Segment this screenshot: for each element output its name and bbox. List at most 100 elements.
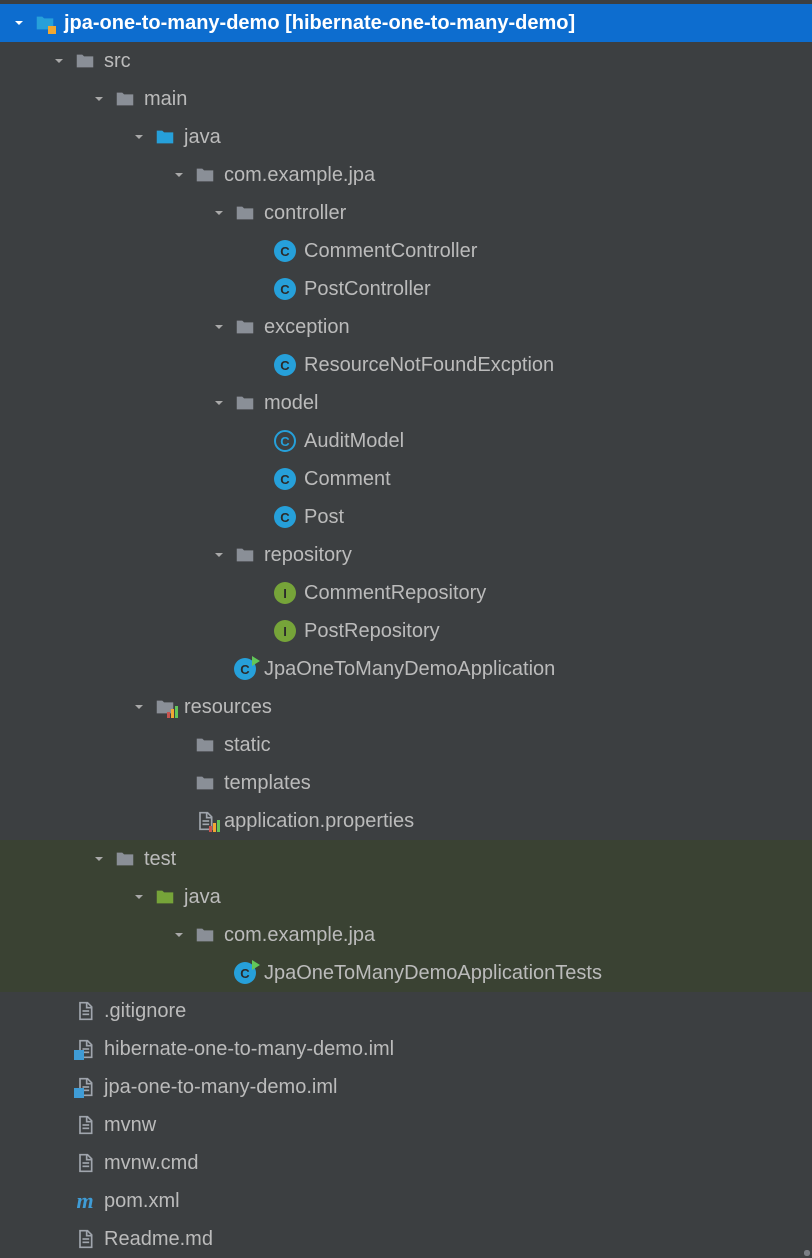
node-label: resources <box>184 696 272 719</box>
node-label: controller <box>264 202 346 225</box>
tree-node-static[interactable]: static <box>0 726 812 764</box>
tree-node-mvnw[interactable]: mvnw <box>0 1106 812 1144</box>
node-label: main <box>144 88 187 111</box>
node-label: hibernate-one-to-many-demo.iml <box>104 1038 394 1061</box>
node-label: test <box>144 848 176 871</box>
iml-file-icon <box>74 1038 96 1060</box>
folder-icon <box>194 772 216 794</box>
expand-arrow-icon[interactable] <box>90 850 108 868</box>
abstract-class-icon: C <box>274 430 296 452</box>
node-label: JpaOneToManyDemoApplicationTests <box>264 962 602 985</box>
expand-arrow-icon[interactable] <box>210 546 228 564</box>
expand-arrow-icon[interactable] <box>130 128 148 146</box>
expand-arrow-icon[interactable] <box>130 888 148 906</box>
file-icon <box>74 1152 96 1174</box>
tree-node-pom[interactable]: m pom.xml <box>0 1182 812 1220</box>
node-label: PostRepository <box>304 620 440 643</box>
tree-node-class[interactable]: C CommentController <box>0 232 812 270</box>
expand-arrow-icon[interactable] <box>90 90 108 108</box>
folder-icon <box>194 734 216 756</box>
tree-node-gitignore[interactable]: .gitignore <box>0 992 812 1030</box>
iml-file-icon <box>74 1076 96 1098</box>
package-icon <box>234 392 256 414</box>
tree-node-test-class[interactable]: C JpaOneToManyDemoApplicationTests <box>0 954 812 992</box>
node-label: exception <box>264 316 350 339</box>
expand-arrow-icon[interactable] <box>50 52 68 70</box>
node-label: mvnw.cmd <box>104 1152 198 1175</box>
tree-node-exception[interactable]: exception <box>0 308 812 346</box>
package-icon <box>234 316 256 338</box>
expand-arrow-icon[interactable] <box>210 318 228 336</box>
interface-icon: I <box>274 582 296 604</box>
node-label: Readme.md <box>104 1228 213 1251</box>
expand-arrow-icon[interactable] <box>130 698 148 716</box>
node-label: application.properties <box>224 810 414 833</box>
runnable-class-icon: C <box>234 962 256 984</box>
tree-node-test[interactable]: test <box>0 840 812 878</box>
node-label: model <box>264 392 318 415</box>
folder-icon <box>74 50 96 72</box>
node-label: java <box>184 886 221 909</box>
node-label: PostController <box>304 278 431 301</box>
node-label: src <box>104 50 131 73</box>
tree-node-src[interactable]: src <box>0 42 812 80</box>
maven-icon: m <box>74 1190 96 1212</box>
tree-node-iml-file[interactable]: hibernate-one-to-many-demo.iml <box>0 1030 812 1068</box>
tree-node-templates[interactable]: templates <box>0 764 812 802</box>
expand-arrow-icon[interactable] <box>210 394 228 412</box>
test-source-folder-icon <box>154 886 176 908</box>
class-icon: C <box>274 468 296 490</box>
tree-node-root[interactable]: jpa-one-to-many-demo [hibernate-one-to-m… <box>0 4 812 42</box>
tree-node-package-main[interactable]: com.example.jpa <box>0 156 812 194</box>
node-label: JpaOneToManyDemoApplication <box>264 658 555 681</box>
tree-node-java-test[interactable]: java <box>0 878 812 916</box>
tree-node-interface[interactable]: I PostRepository <box>0 612 812 650</box>
tree-node-application-properties[interactable]: application.properties <box>0 802 812 840</box>
folder-icon <box>114 848 136 870</box>
node-label: jpa-one-to-many-demo [hibernate-one-to-m… <box>64 12 575 35</box>
tree-node-class[interactable]: C PostController <box>0 270 812 308</box>
expand-arrow-icon[interactable] <box>170 166 188 184</box>
tree-node-class[interactable]: C AuditModel <box>0 422 812 460</box>
tree-node-repository[interactable]: repository <box>0 536 812 574</box>
node-label: pom.xml <box>104 1190 180 1213</box>
package-icon <box>234 202 256 224</box>
tree-node-main[interactable]: main <box>0 80 812 118</box>
node-label: Comment <box>304 468 391 491</box>
node-label: com.example.jpa <box>224 924 375 947</box>
tree-node-iml-file[interactable]: jpa-one-to-many-demo.iml <box>0 1068 812 1106</box>
tree-node-readme[interactable]: Readme.md <box>0 1220 812 1258</box>
node-label: Post <box>304 506 344 529</box>
expand-arrow-icon[interactable] <box>10 14 28 32</box>
source-folder-icon <box>154 126 176 148</box>
node-label: repository <box>264 544 352 567</box>
tree-node-mvnw-cmd[interactable]: mvnw.cmd <box>0 1144 812 1182</box>
tree-node-interface[interactable]: I CommentRepository <box>0 574 812 612</box>
tree-node-application-class[interactable]: C JpaOneToManyDemoApplication <box>0 650 812 688</box>
class-icon: C <box>274 354 296 376</box>
node-label: CommentRepository <box>304 582 486 605</box>
expand-arrow-icon[interactable] <box>170 926 188 944</box>
tree-node-java-main[interactable]: java <box>0 118 812 156</box>
tree-node-package-test[interactable]: com.example.jpa <box>0 916 812 954</box>
tree-node-class[interactable]: C Post <box>0 498 812 536</box>
package-icon <box>234 544 256 566</box>
expand-arrow-icon[interactable] <box>210 204 228 222</box>
node-label: com.example.jpa <box>224 164 375 187</box>
file-icon <box>74 1114 96 1136</box>
package-icon <box>194 164 216 186</box>
properties-file-icon <box>194 810 216 832</box>
node-label: CommentController <box>304 240 477 263</box>
class-icon: C <box>274 240 296 262</box>
file-icon <box>74 1000 96 1022</box>
tree-node-class[interactable]: C ResourceNotFoundExcption <box>0 346 812 384</box>
node-label: mvnw <box>104 1114 156 1137</box>
class-icon: C <box>274 278 296 300</box>
tree-node-model[interactable]: model <box>0 384 812 422</box>
node-label: ResourceNotFoundExcption <box>304 354 554 377</box>
file-icon <box>74 1228 96 1250</box>
tree-node-class[interactable]: C Comment <box>0 460 812 498</box>
tree-node-controller[interactable]: controller <box>0 194 812 232</box>
node-label: .gitignore <box>104 1000 186 1023</box>
tree-node-resources[interactable]: resources <box>0 688 812 726</box>
